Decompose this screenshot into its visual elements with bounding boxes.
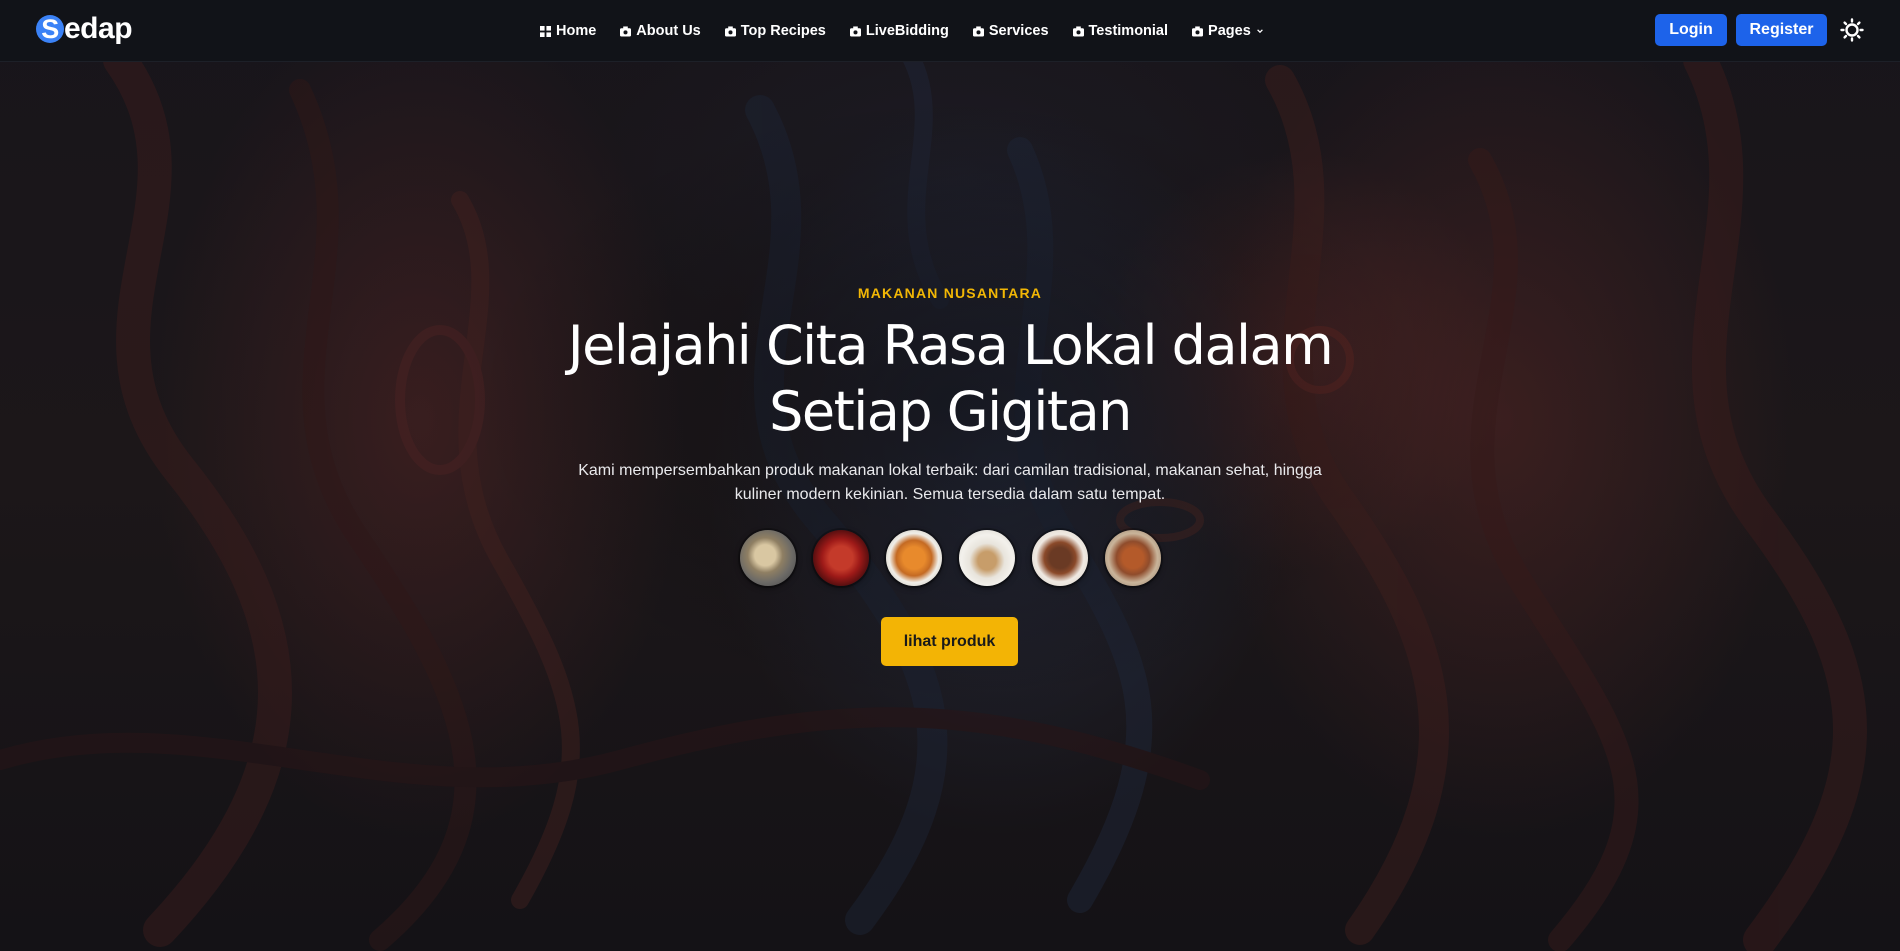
brand-name: edap [64,12,133,45]
brand-logo[interactable]: S edap [36,12,133,46]
product-thumbnail[interactable] [885,530,942,586]
product-thumbnail[interactable] [958,530,1015,586]
view-products-button[interactable]: lihat produk [881,617,1018,666]
nav-item-label: Testimonial [1088,23,1169,39]
product-thumbnail[interactable] [812,530,869,586]
nav-item-top-recipes[interactable]: Top Recipes [724,23,826,39]
nav-item-label: Pages [1208,23,1251,39]
nav-item-label: Services [988,23,1049,39]
nav-item-label: Home [556,23,597,39]
camera-icon [1192,25,1204,37]
hero-description-line1: Kami mempersembahkan produk makanan loka… [578,462,1322,479]
camera-icon [972,25,984,37]
camera-icon [849,25,861,37]
nav-item-testimonial[interactable]: Testimonial [1072,23,1169,39]
hero-description: Kami mempersembahkan produk makanan loka… [560,459,1340,507]
nav-item-services[interactable]: Services [972,23,1049,39]
brand-initial: S [36,14,64,44]
login-button[interactable]: Login [1655,14,1727,46]
nav-item-home[interactable]: Home [540,23,596,39]
nav-item-label: About Us [636,23,701,39]
hero-section: MAKANAN NUSANTARA Jelajahi Cita Rasa Lok… [0,0,1900,951]
camera-icon [1072,25,1084,37]
hero-headline-line1: Jelajahi Cita Rasa Lokal dalam [567,314,1334,377]
nav-item-label: Top Recipes [740,23,826,39]
main-nav: Home About Us Top Recipes LiveBidding Se… [540,0,1288,62]
chevron-down-icon [1256,29,1263,34]
nav-item-label: LiveBidding [865,23,949,39]
hero-eyebrow: MAKANAN NUSANTARA [857,285,1043,301]
hero-description-line2: kuliner modern kekinian. Semua tersedia … [734,486,1166,503]
product-thumbnail[interactable] [1031,530,1088,586]
hero-headline: Jelajahi Cita Rasa Lokal dalam Setiap Gi… [450,313,1450,445]
register-button[interactable]: Register [1736,14,1827,46]
product-thumbnail[interactable] [739,530,796,586]
grid-icon [540,25,551,37]
hero-headline-line2: Setiap Gigitan [769,380,1132,443]
nav-item-livebidding[interactable]: LiveBidding [849,23,949,39]
navbar: S edap Home About Us Top Recipes LiveBid… [0,0,1900,62]
camera-icon [724,25,736,37]
nav-item-about-us[interactable]: About Us [620,23,701,39]
nav-item-pages-dropdown[interactable]: Pages [1192,23,1264,39]
camera-icon [620,25,632,37]
sun-icon[interactable] [1840,18,1864,42]
product-thumbnail[interactable] [1104,530,1161,586]
product-thumbnails [0,530,1900,586]
